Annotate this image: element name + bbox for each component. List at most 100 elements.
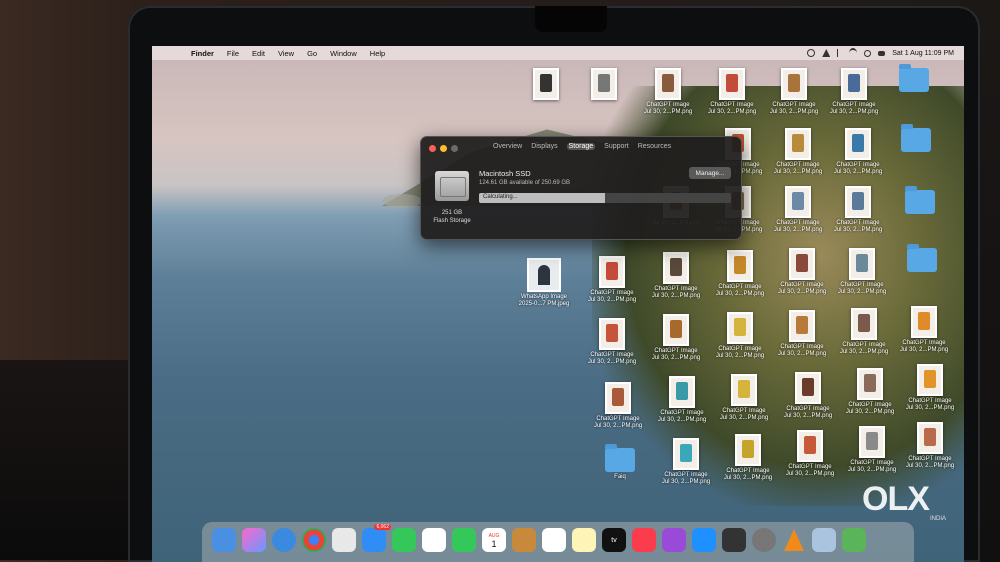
- desktop-file-chatgpt[interactable]: ChatGPT ImageJul 30, 2...PM.png: [842, 426, 902, 474]
- desktop-folder[interactable]: [886, 124, 946, 154]
- desktop-file-chatgpt[interactable]: ChatGPT ImageJul 30, 2...PM.png: [710, 312, 770, 360]
- desktop-file-chatgpt[interactable]: ChatGPT ImageJul 30, 2...PM.png: [894, 306, 954, 354]
- desktop-file-chatgpt[interactable]: ChatGPT ImageJul 30, 2...PM.png: [900, 422, 960, 470]
- file-label: ChatGPT Image: [654, 348, 698, 354]
- file-thumbnail: [849, 248, 875, 280]
- desktop-file-chatgpt[interactable]: ChatGPT ImageJul 30, 2...PM.png: [778, 372, 838, 420]
- tab-support[interactable]: Support: [604, 143, 629, 150]
- file-sublabel: Jul 30, 2...PM.png: [777, 351, 827, 357]
- desktop-file-chatgpt[interactable]: ChatGPT ImageJul 30, 2...PM.png: [718, 434, 778, 482]
- desktop-file-chatgpt[interactable]: ChatGPT ImageJul 30, 2...PM.png: [772, 248, 832, 296]
- desktop-file-chatgpt[interactable]: ChatGPT ImageJul 30, 2...PM.png: [588, 382, 648, 430]
- menu-help[interactable]: Help: [370, 49, 385, 58]
- launchpad-icon[interactable]: [242, 528, 266, 552]
- file-sublabel: Jul 30, 2...PM.png: [905, 463, 955, 469]
- contacts-icon[interactable]: [512, 528, 536, 552]
- file-sublabel: Jul 30, 2...PM.png: [715, 353, 765, 359]
- desktop-file-chatgpt[interactable]: ChatGPT ImageJul 30, 2...PM.png: [828, 186, 888, 234]
- podcasts-icon[interactable]: [662, 528, 686, 552]
- mail-icon[interactable]: 6,062: [362, 524, 391, 552]
- numbers-icon[interactable]: [842, 528, 866, 552]
- desktop-file-chatgpt[interactable]: ChatGPT ImageJul 30, 2...PM.png: [582, 256, 642, 304]
- preview-icon[interactable]: [812, 528, 836, 552]
- search-icon[interactable]: [864, 49, 872, 57]
- tab-resources[interactable]: Resources: [638, 143, 671, 150]
- minimize-button[interactable]: [440, 145, 447, 152]
- desktop-file-chatgpt[interactable]: ChatGPT ImageJul 30, 2...PM.png: [652, 376, 712, 424]
- notes-icon[interactable]: [572, 528, 596, 552]
- finder-icon[interactable]: [212, 528, 236, 552]
- terminal-icon[interactable]: [722, 528, 746, 552]
- desktop-file-chatgpt[interactable]: ChatGPT ImageJul 30, 2...PM.png: [900, 364, 960, 412]
- menubar-clock[interactable]: Sat 1 Aug 11:09 PM: [892, 50, 954, 57]
- music-icon[interactable]: [632, 528, 656, 552]
- manage-button[interactable]: Manage...: [689, 167, 731, 179]
- tab-displays[interactable]: Displays: [531, 143, 557, 150]
- file-thumbnail: [663, 314, 689, 346]
- desktop-file-whatsapp[interactable]: WhatsApp Image 2025-0...7 PM.jpeg: [514, 258, 574, 308]
- file-label: ChatGPT Image: [832, 102, 876, 108]
- photos-icon[interactable]: [422, 528, 446, 552]
- app-store-icon[interactable]: [692, 528, 716, 552]
- file-thumbnail: [845, 128, 871, 160]
- menu-finder[interactable]: Finder: [191, 49, 214, 58]
- desktop-file-chatgpt[interactable]: ChatGPT ImageJul 30, 2...PM.png: [834, 308, 894, 356]
- file-thumbnail: [727, 250, 753, 282]
- messages-icon[interactable]: [392, 528, 416, 552]
- desktop-file-chatgpt[interactable]: ChatGPT ImageJul 30, 2...PM.png: [714, 374, 774, 422]
- desktop-file-chatgpt[interactable]: ChatGPT ImageJul 30, 2...PM.png: [840, 368, 900, 416]
- desktop-file-chatgpt[interactable]: ChatGPT ImageJul 30, 2...PM.png: [824, 68, 884, 116]
- desktop-file-chatgpt[interactable]: ChatGPT ImageJul 30, 2...PM.png: [638, 68, 698, 116]
- desktop-file-chatgpt[interactable]: ChatGPT ImageJul 30, 2...PM.png: [832, 248, 892, 296]
- desktop-folder[interactable]: [890, 186, 950, 216]
- file-thumbnail: [731, 374, 757, 406]
- vlc-icon[interactable]: [782, 528, 806, 552]
- desktop-folder[interactable]: [884, 64, 944, 94]
- file-label: ChatGPT Image: [848, 402, 892, 408]
- desktop-file-chatgpt[interactable]: ChatGPT ImageJul 30, 2...PM.png: [656, 438, 716, 486]
- desktop-file-chatgpt[interactable]: ChatGPT ImageJul 30, 2...PM.png: [646, 314, 706, 362]
- desktop-file-chatgpt[interactable]: ChatGPT ImageJul 30, 2...PM.png: [768, 128, 828, 176]
- tab-storage[interactable]: Storage: [566, 143, 596, 150]
- wifi-icon[interactable]: [849, 48, 858, 58]
- desktop-folder[interactable]: [892, 244, 952, 274]
- file-thumbnail: [527, 258, 561, 292]
- desktop-file-chatgpt[interactable]: ChatGPT ImageJul 30, 2...PM.png: [764, 68, 824, 116]
- tab-overview[interactable]: Overview: [493, 143, 522, 150]
- desktop-file-chatgpt[interactable]: ChatGPT ImageJul 30, 2...PM.png: [828, 128, 888, 176]
- file-thumbnail: [599, 318, 625, 350]
- desktop-file-chatgpt[interactable]: ChatGPT ImageJul 30, 2...PM.png: [772, 310, 832, 358]
- desktop-file-chatgpt[interactable]: ChatGPT ImageJul 30, 2...PM.png: [646, 252, 706, 300]
- menu-view[interactable]: View: [278, 49, 294, 58]
- desktop-file-chatgpt[interactable]: ChatGPT ImageJul 30, 2...PM.png: [702, 68, 762, 116]
- bluetooth-icon[interactable]: [837, 49, 842, 57]
- desktop-folder-faiq[interactable]: Faiq: [590, 444, 650, 481]
- vpn-icon[interactable]: [822, 49, 831, 57]
- capacity-size: 251 GB: [441, 210, 463, 216]
- calendar-icon[interactable]: AUG 1: [482, 528, 506, 552]
- window-tabs: Overview Displays Storage Support Resour…: [493, 143, 671, 150]
- system-settings-icon[interactable]: [752, 528, 776, 552]
- facetime-icon[interactable]: [452, 528, 476, 552]
- zoom-button[interactable]: [451, 145, 458, 152]
- record-icon[interactable]: [807, 49, 816, 57]
- menu-window[interactable]: Window: [330, 49, 357, 58]
- file-label: ChatGPT Image: [772, 102, 816, 108]
- menu-file[interactable]: File: [227, 49, 239, 58]
- apple-tv-icon[interactable]: tv: [602, 528, 626, 552]
- menu-edit[interactable]: Edit: [252, 49, 265, 58]
- desktop-file-chatgpt[interactable]: ChatGPT ImageJul 30, 2...PM.png: [780, 430, 840, 478]
- close-button[interactable]: [429, 145, 436, 152]
- reminders-icon[interactable]: [542, 528, 566, 552]
- safari-icon[interactable]: [272, 528, 296, 552]
- desktop-file[interactable]: [516, 68, 576, 102]
- desktop-file-chatgpt[interactable]: ChatGPT ImageJul 30, 2...PM.png: [582, 318, 642, 366]
- file-sublabel: Jul 30, 2...PM.png: [905, 405, 955, 411]
- desktop-file[interactable]: [574, 68, 634, 102]
- desktop-file-chatgpt[interactable]: ChatGPT ImageJul 30, 2...PM.png: [710, 250, 770, 298]
- desktop-file-chatgpt[interactable]: ChatGPT ImageJul 30, 2...PM.png: [768, 186, 828, 234]
- control-center-icon[interactable]: [878, 50, 886, 56]
- maps-icon[interactable]: [332, 528, 356, 552]
- menu-go[interactable]: Go: [307, 49, 317, 58]
- chrome-icon[interactable]: [302, 528, 326, 552]
